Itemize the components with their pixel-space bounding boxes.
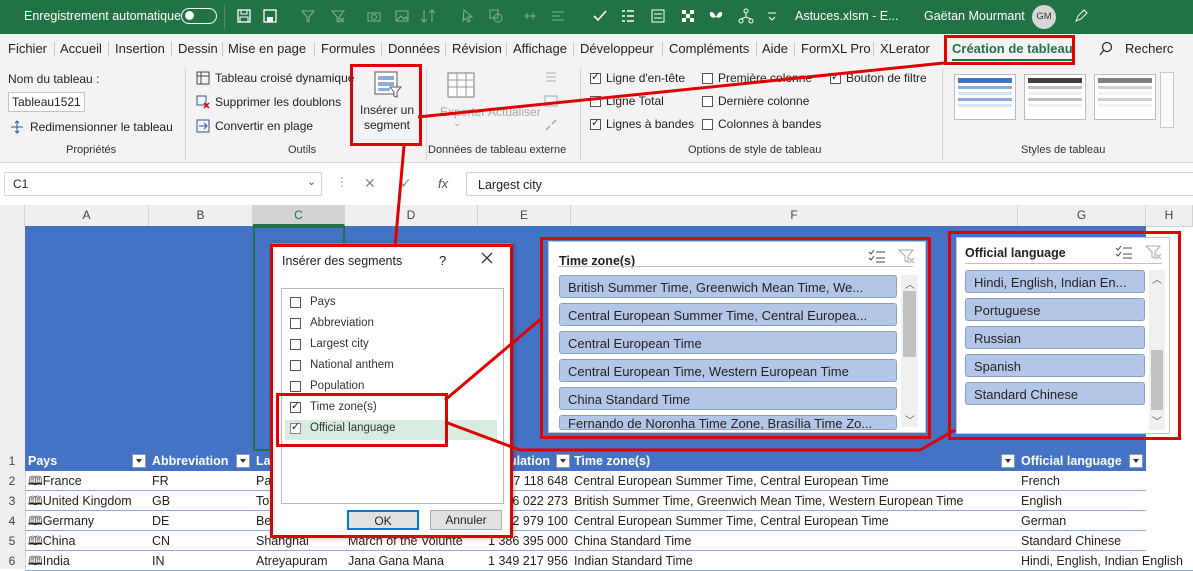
annotation-line [444,316,543,402]
annotation-line [393,145,406,248]
annotation-overlay [393,61,956,452]
annotation-line [417,61,945,119]
annotation-line [444,420,956,452]
